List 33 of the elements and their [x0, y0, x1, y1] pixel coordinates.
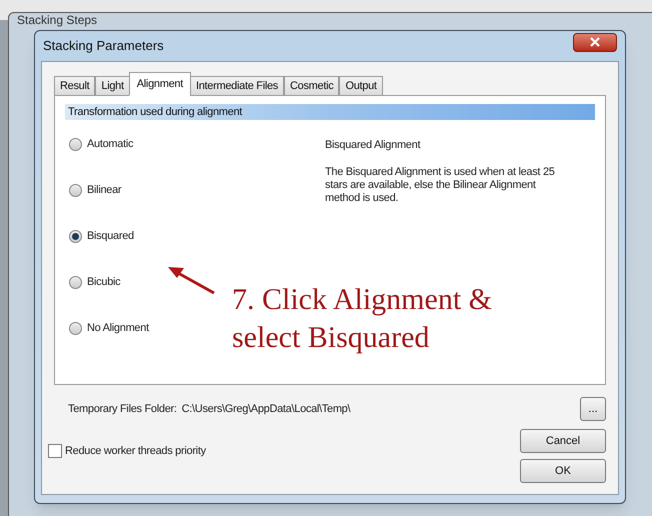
checkbox[interactable]: [48, 444, 62, 458]
annotation-text: select Bisquared: [232, 320, 430, 356]
radio-option[interactable]: No Alignment: [65, 319, 149, 337]
radio-option[interactable]: Automatic: [65, 135, 134, 153]
annotation-arrow: [166, 264, 216, 296]
window-title: Stacking Parameters: [43, 37, 164, 56]
group-header: Transformation used during alignment: [65, 104, 595, 120]
browse-button[interactable]: ...: [580, 397, 606, 421]
radio-button[interactable]: [69, 322, 82, 334]
tab[interactable]: Light: [95, 76, 130, 96]
annotation-text: 7. Click Alignment &: [232, 282, 492, 318]
folder-label: Temporary Files Folder:: [68, 402, 177, 417]
radio-option[interactable]: Bilinear: [65, 181, 122, 199]
close-button[interactable]: [573, 32, 617, 52]
radio-button[interactable]: [69, 184, 82, 196]
tab[interactable]: Result: [54, 76, 96, 96]
dialog-button[interactable]: Cancel: [520, 429, 606, 453]
tab[interactable]: Output: [339, 76, 383, 96]
dialog-button[interactable]: OK: [520, 459, 606, 483]
tab[interactable]: Cosmetic: [284, 76, 340, 96]
radio-button[interactable]: [69, 138, 82, 150]
close-icon: [590, 37, 600, 47]
description-title: Bisquared Alignment: [325, 138, 422, 153]
radio-option[interactable]: Bicubic: [65, 273, 120, 291]
tab[interactable]: Alignment: [128, 72, 191, 96]
priority-checkbox-row[interactable]: Reduce worker threads priority: [48, 443, 520, 460]
description-text: The Bisquared Alignment is used when at least 25 stars are available, else the Bilinear Alignment method is used.: [325, 166, 556, 204]
window-title: Stacking Steps: [17, 13, 98, 28]
radio-button[interactable]: [69, 230, 82, 242]
folder-path: C:\Users\Greg\AppData\Local\Temp\: [182, 402, 350, 417]
tab[interactable]: Intermediate Files: [190, 76, 284, 96]
radio-option[interactable]: Bisquared: [65, 227, 134, 245]
radio-button[interactable]: [69, 276, 82, 288]
